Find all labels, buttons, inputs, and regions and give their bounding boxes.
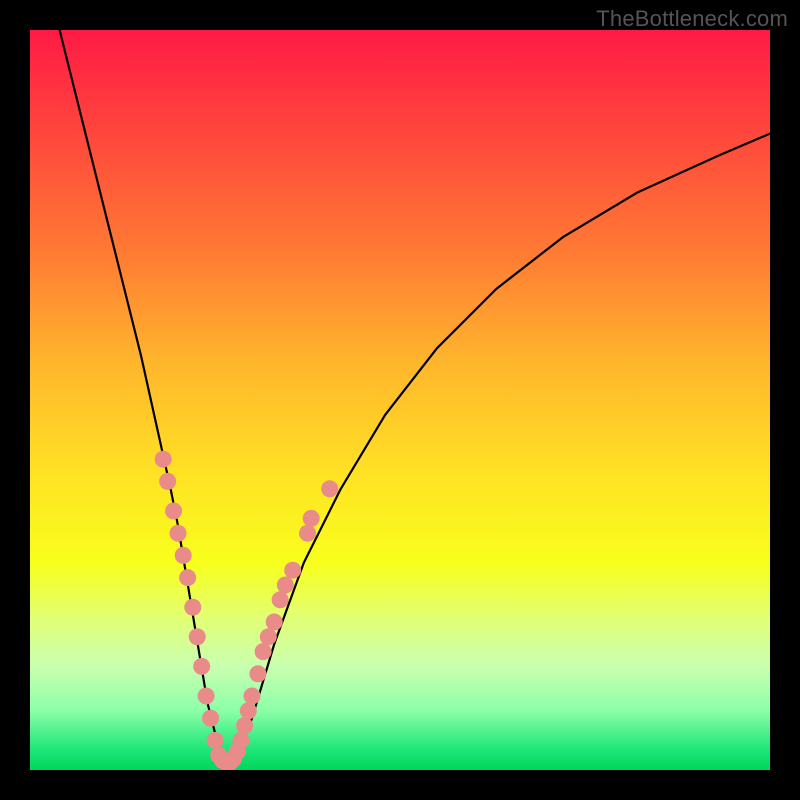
marker-dot: [284, 562, 301, 579]
markers-group: [155, 451, 339, 770]
marker-dot: [232, 732, 249, 749]
marker-dot: [299, 525, 316, 542]
marker-dot: [243, 687, 260, 704]
marker-dot: [260, 628, 277, 645]
marker-dot: [189, 628, 206, 645]
marker-dot: [159, 473, 176, 490]
marker-dot: [266, 613, 283, 630]
curve-path: [60, 30, 770, 763]
marker-dot: [175, 547, 192, 564]
chart-container: TheBottleneck.com: [0, 0, 800, 800]
marker-dot: [206, 732, 223, 749]
marker-dot: [165, 502, 182, 519]
marker-dot: [255, 643, 272, 660]
plot-area: [30, 30, 770, 770]
marker-dot: [236, 717, 253, 734]
marker-dot: [321, 480, 338, 497]
marker-dot: [303, 510, 320, 527]
marker-dot: [240, 702, 257, 719]
marker-dot: [169, 525, 186, 542]
marker-dot: [155, 451, 172, 468]
watermark-text: TheBottleneck.com: [596, 6, 788, 32]
marker-dot: [193, 658, 210, 675]
marker-dot: [272, 591, 289, 608]
marker-dot: [184, 599, 201, 616]
marker-dot: [202, 710, 219, 727]
marker-dot: [249, 665, 266, 682]
marker-dot: [277, 576, 294, 593]
marker-dot: [179, 569, 196, 586]
chart-svg: [30, 30, 770, 770]
marker-dot: [198, 687, 215, 704]
series-group: [60, 30, 770, 763]
